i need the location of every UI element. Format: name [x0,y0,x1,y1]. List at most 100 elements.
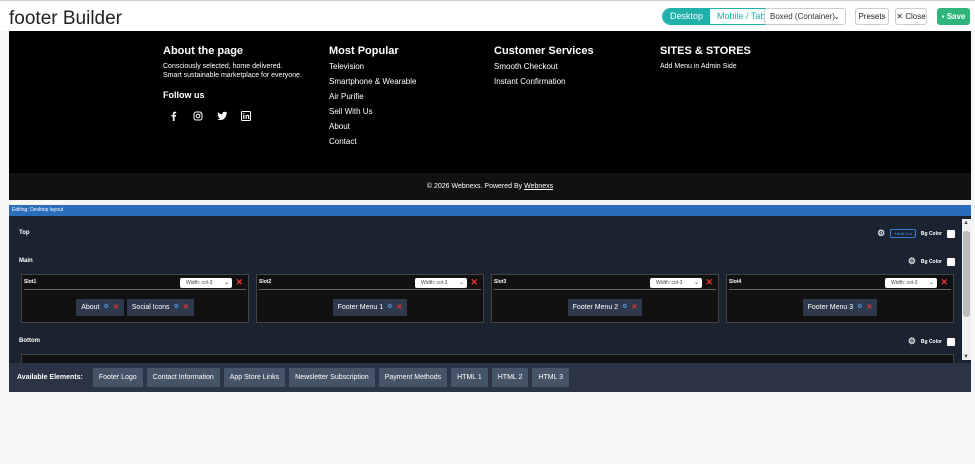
instagram-icon[interactable] [193,108,203,121]
copyright-text: © 2026 Webnexs. Powered By [426,183,525,190]
editor-scrollbar[interactable]: ▲ ▼ [962,219,971,360]
bg-color-checkbox[interactable] [947,229,955,238]
close-icon: ✕ [896,12,903,21]
element-chip[interactable]: Social Icons ⚙ ✕ [126,299,194,316]
footer-link[interactable]: Smartphone & Wearable [329,77,416,86]
available-element[interactable]: HTML 2 [491,368,529,387]
slot-width-value: Width: col-3 [656,280,683,286]
chip-label: Footer Menu 2 [572,304,619,311]
remove-slot-icon[interactable]: ✕ [470,277,478,288]
slot-width-value: Width: col-3 [891,280,918,286]
slot-items: Footer Menu 3 ⚙ ✕ [727,299,953,316]
about-title: About the page [163,45,244,57]
gear-icon[interactable]: ⚙ [908,256,916,267]
top-row-controls: ⚙ +Add Col Bg Color [877,228,955,239]
gear-icon[interactable]: ⚙ [622,299,627,316]
slot-name: Slot3 [494,279,507,285]
footer-link[interactable]: About [329,122,416,131]
chip-label: Social Icons [131,304,170,311]
customer-services-title: Customer Services [494,45,594,57]
footer-link[interactable]: Smooth Checkout [494,62,594,71]
row-label-top: Top [19,230,30,236]
layout-select[interactable]: Boxed (Container) ⌄ [764,8,846,25]
footer-link[interactable]: Television [329,62,416,71]
save-icon: ▪ [941,12,945,21]
scroll-up-icon[interactable]: ▲ [963,220,969,226]
slot-2: Slot2 Width: col-3 ⌄ ✕ Footer Menu 1 ⚙ ✕ [256,274,484,323]
element-chip[interactable]: Footer Menu 2 ⚙ ✕ [567,299,643,316]
element-chip[interactable]: Footer Menu 3 ⚙ ✕ [802,299,878,316]
chevron-down-icon: ⌄ [928,280,934,286]
slot-header: Slot3 Width: col-3 ⌄ ✕ [494,277,716,290]
bottom-slot-partial [21,354,954,363]
bg-color-label: Bg Color [920,230,942,237]
save-button[interactable]: ▪ Save [937,8,970,25]
remove-slot-icon[interactable]: ✕ [705,277,713,288]
bg-color-checkbox[interactable] [947,337,955,346]
bg-color-checkbox[interactable] [947,257,955,266]
save-label: Save [946,12,966,21]
remove-icon[interactable]: ✕ [632,299,638,316]
gear-icon[interactable]: ⚙ [387,299,392,316]
available-element[interactable]: Footer Logo [92,368,143,387]
gear-icon[interactable]: ⚙ [877,228,885,239]
chevron-down-icon: ⌄ [223,280,229,286]
slot-header: Slot2 Width: col-3 ⌄ ✕ [259,277,481,290]
slot-width-select[interactable]: Width: col-3 ⌄ [650,278,702,288]
facebook-icon[interactable] [169,108,178,121]
copyright-link[interactable]: Webnexs [524,183,553,190]
gear-icon[interactable]: ⚙ [104,299,109,316]
gear-icon[interactable]: ⚙ [857,299,862,316]
slot-width-select[interactable]: Width: col-3 ⌄ [885,278,937,288]
slot-width-select[interactable]: Width: col-3 ⌄ [415,278,467,288]
chevron-down-icon: ⌄ [693,280,699,286]
sites-note: Add Menu in Admin Side [660,63,737,70]
close-label: Close [905,12,926,21]
linkedin-icon[interactable] [241,108,251,121]
slot-header: Slot4 Width: col-3 ⌄ ✕ [729,277,951,290]
slot-width-select[interactable]: Width: col-3 ⌄ [180,278,232,288]
available-element[interactable]: Payment Methods [378,368,448,387]
remove-icon[interactable]: ✕ [867,299,873,316]
bg-color-label: Bg Color [920,258,942,265]
slot-items: Footer Menu 1 ⚙ ✕ [257,299,483,316]
available-element[interactable]: HTML 1 [451,368,488,387]
footer-customer-column: Customer Services Smooth Checkout Instan… [494,45,594,92]
remove-slot-icon[interactable]: ✕ [940,277,948,288]
remove-icon[interactable]: ✕ [397,299,403,316]
gear-icon[interactable]: ⚙ [174,299,179,316]
footer-link[interactable]: Contact [329,137,416,146]
desktop-view-button[interactable]: Desktop [663,9,711,24]
close-button[interactable]: ✕ Close [895,8,927,25]
remove-slot-icon[interactable]: ✕ [235,277,243,288]
slot-4: Slot4 Width: col-3 ⌄ ✕ Footer Menu 3 ⚙ ✕ [726,274,954,323]
remove-icon[interactable]: ✕ [183,299,189,316]
element-chip[interactable]: Footer Menu 1 ⚙ ✕ [332,299,408,316]
footer-link[interactable]: Air Purifie [329,92,416,101]
gear-icon[interactable]: ⚙ [908,336,916,347]
slot-3: Slot3 Width: col-3 ⌄ ✕ Footer Menu 2 ⚙ ✕ [491,274,719,323]
available-element[interactable]: HTML 3 [532,368,570,387]
footer-preview: About the page Consciously selected, hom… [9,31,971,173]
available-elements-label: Available Elements: [17,374,83,381]
bg-color-label: Bg Color [920,338,942,345]
available-element[interactable]: App Store Links [223,368,286,387]
available-element[interactable]: Newsletter Subscription [289,368,375,387]
remove-icon[interactable]: ✕ [113,299,119,316]
page-title: footer Builder [9,8,123,29]
slot-name: Slot2 [259,279,272,285]
footer-link[interactable]: Sell With Us [329,107,416,116]
add-col-button[interactable]: +Add Col [890,229,916,238]
presets-button[interactable]: Presets [855,8,889,25]
sites-stores-title: SITES & STORES [660,45,751,57]
footer-link[interactable]: Instant Confirmation [494,77,594,86]
available-element[interactable]: Contact Information [146,368,220,387]
scrollbar-thumb[interactable] [963,231,970,317]
footer-sites-column: SITES & STORES Add Menu in Admin Side [660,45,800,71]
scroll-down-icon[interactable]: ▼ [963,354,969,360]
add-col-label: Add Col [896,231,912,236]
chip-label: Footer Menu 1 [337,304,384,311]
element-chip[interactable]: About ⚙ ✕ [76,299,124,316]
twitter-icon[interactable] [217,108,228,120]
chevron-down-icon: ⌄ [458,280,464,286]
